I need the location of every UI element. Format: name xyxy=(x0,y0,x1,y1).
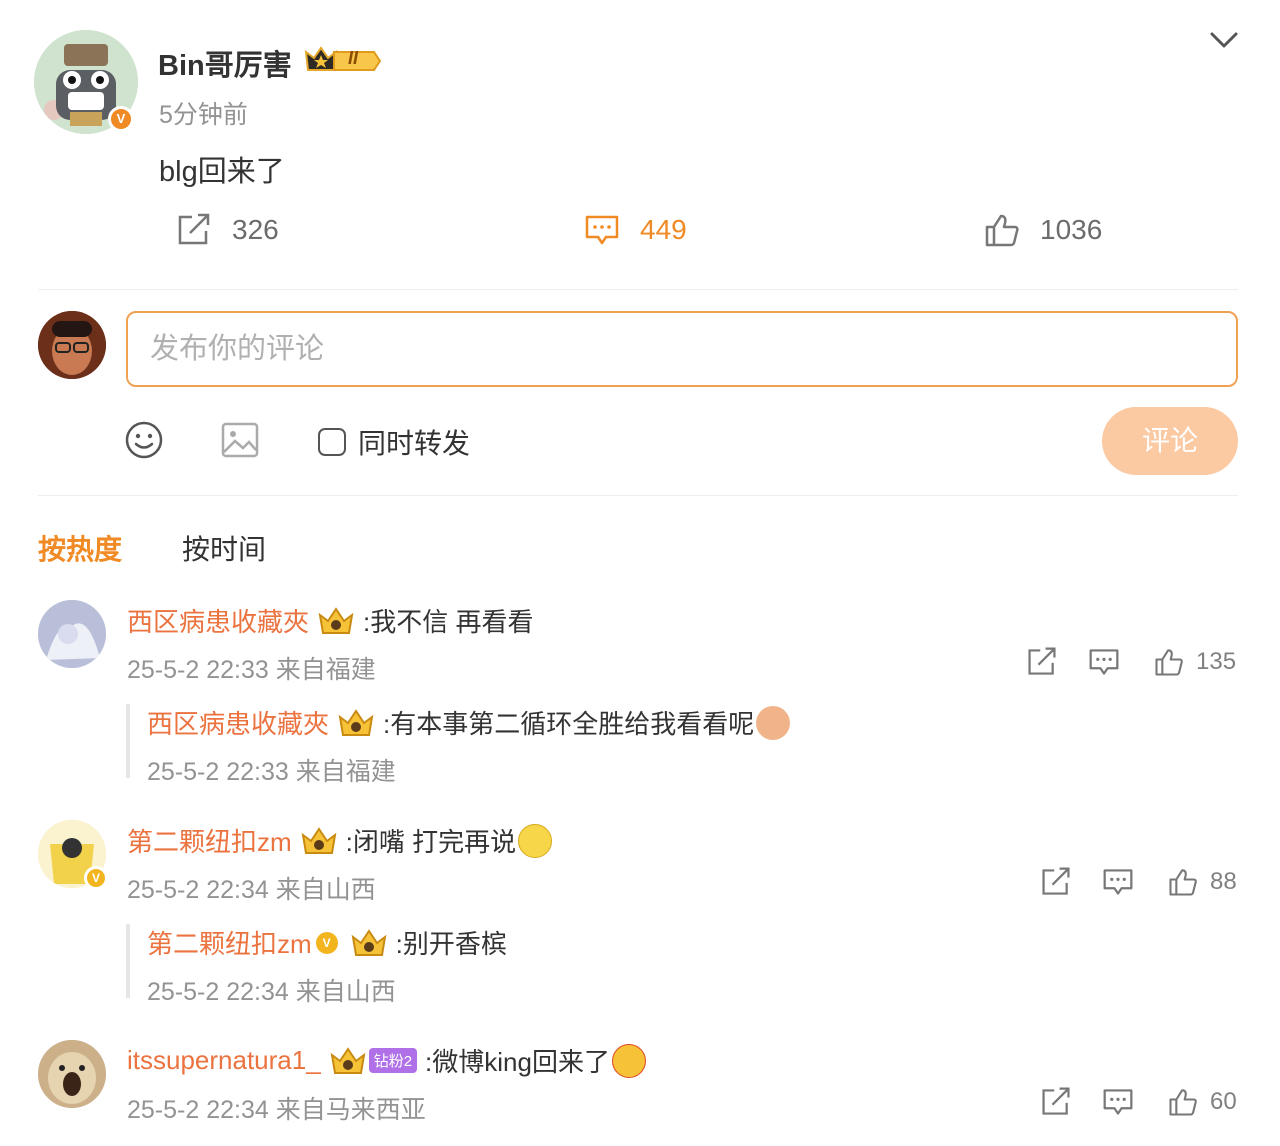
emoji-icon xyxy=(756,705,791,740)
image-icon[interactable] xyxy=(220,420,260,460)
comment-like-count: 88 xyxy=(1210,868,1237,895)
comment-like-count: 135 xyxy=(1196,648,1237,675)
crown-icon xyxy=(318,606,354,634)
comment-actions: 88 xyxy=(1040,866,1237,898)
also-repost-checkbox[interactable] xyxy=(318,428,346,456)
comment-icon[interactable] xyxy=(1102,867,1134,897)
repost-icon[interactable] xyxy=(1040,866,1072,898)
comment-text: :闭嘴 打完再说 xyxy=(345,827,517,857)
fan-level-badge: 钻粉2 xyxy=(368,1048,418,1073)
repost-icon[interactable] xyxy=(1026,646,1058,678)
smile-emoji-icon xyxy=(518,823,553,858)
comment-header: itssupernatura1_ 钻粉2 :微博king回来了 xyxy=(127,1042,646,1079)
comment-input[interactable] xyxy=(126,311,1238,387)
submit-comment-button[interactable]: 评论 xyxy=(1102,407,1238,475)
reply-text: :别开香槟 xyxy=(395,929,507,959)
crown-icon xyxy=(338,708,374,736)
comment-text: :我不信 再看看 xyxy=(363,607,534,637)
repost-icon[interactable] xyxy=(1040,1086,1072,1118)
commenter-name[interactable]: itssupernatura1_ xyxy=(127,1045,321,1076)
also-repost-label: 同时转发 xyxy=(358,428,471,459)
comment-actions: 135 xyxy=(1026,646,1236,678)
chevron-down-icon[interactable] xyxy=(1206,26,1242,54)
reply-text: :有本事第二循环全胜给我看看呢 xyxy=(383,709,755,739)
comment-text: :微博king回来了 xyxy=(425,1047,610,1077)
like-count: 1036 xyxy=(1040,214,1103,245)
comment-icon[interactable] xyxy=(1088,647,1120,677)
thumbs-up-icon xyxy=(985,214,1019,247)
emoji-icon[interactable] xyxy=(124,420,164,460)
comment-header: 第二颗纽扣zm :闭嘴 打完再说 xyxy=(127,822,553,859)
divider xyxy=(38,495,1238,496)
post-text: blg回来了 xyxy=(159,156,285,188)
member-crown-badge-icon[interactable]: II xyxy=(304,44,382,76)
emoji-icon xyxy=(611,1043,646,1078)
thumbs-up-icon[interactable] xyxy=(1154,647,1184,677)
thumbs-up-icon[interactable] xyxy=(1168,867,1198,897)
current-user-avatar[interactable] xyxy=(38,311,106,379)
level-badge-text: II xyxy=(348,48,359,68)
comment-meta: 25-5-2 22:33 来自福建 xyxy=(127,656,376,684)
comment-like-count: 60 xyxy=(1210,1088,1237,1115)
verified-badge-icon: V xyxy=(315,931,338,954)
crown-icon xyxy=(301,826,337,854)
comment-actions: 60 xyxy=(1040,1086,1237,1118)
reply-meta: 25-5-2 22:34 来自山西 xyxy=(147,978,396,1006)
reply-author-name[interactable]: 西区病患收藏夾 xyxy=(147,704,329,741)
comment-icon[interactable] xyxy=(1102,1087,1134,1117)
post-author-name[interactable]: Bin哥厉害 xyxy=(158,42,292,84)
verified-badge-icon: V xyxy=(108,106,134,132)
reply-indent-bar xyxy=(126,924,130,998)
commenter-name[interactable]: 第二颗纽扣zm xyxy=(127,822,292,859)
commenter-avatar[interactable] xyxy=(38,600,106,668)
comment-icon xyxy=(585,215,619,245)
repost-count: 326 xyxy=(232,214,279,245)
repost-button[interactable]: 326 xyxy=(176,210,279,250)
crown-icon xyxy=(351,928,387,956)
tab-sort-hot[interactable]: 按热度 xyxy=(38,528,122,568)
tab-sort-time[interactable]: 按时间 xyxy=(182,528,266,568)
divider xyxy=(38,289,1238,290)
comment-meta: 25-5-2 22:34 来自马来西亚 xyxy=(127,1096,426,1124)
commenter-avatar[interactable] xyxy=(38,1040,106,1108)
reply-header: 第二颗纽扣zm V :别开香槟 xyxy=(147,924,507,961)
like-button[interactable]: 1036 xyxy=(984,210,1102,250)
also-repost-toggle[interactable]: 同时转发 xyxy=(318,422,470,462)
crown-icon xyxy=(330,1046,366,1074)
post-time: 5分钟前 xyxy=(159,101,248,129)
reply-meta: 25-5-2 22:33 来自福建 xyxy=(147,758,396,786)
comment-button[interactable]: 449 xyxy=(584,210,687,250)
reply-author-name[interactable]: 第二颗纽扣zm xyxy=(147,924,312,961)
comment-meta: 25-5-2 22:34 来自山西 xyxy=(127,876,376,904)
repost-icon xyxy=(178,213,210,245)
comment-count: 449 xyxy=(640,214,687,245)
commenter-name[interactable]: 西区病患收藏夾 xyxy=(127,602,309,639)
reply-header: 西区病患收藏夾 :有本事第二循环全胜给我看看呢 xyxy=(147,704,791,741)
thumbs-up-icon[interactable] xyxy=(1168,1087,1198,1117)
verified-badge-icon: V xyxy=(84,866,108,890)
comment-header: 西区病患收藏夾 :我不信 再看看 xyxy=(127,602,533,639)
reply-indent-bar xyxy=(126,704,130,778)
